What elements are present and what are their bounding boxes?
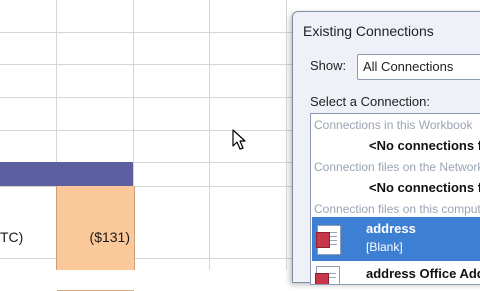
connection-item-address-office-list[interactable]: address Office Address List: [366, 266, 480, 281]
connection-item-address[interactable]: address [Blank]: [312, 217, 480, 261]
group-header-network: Connection files on the Network: [314, 160, 480, 174]
amount-cell[interactable]: ($131): [60, 229, 130, 245]
show-label: Show:: [310, 58, 347, 73]
connection-file-icon: [315, 266, 340, 284]
row-label-cell[interactable]: TC): [0, 229, 23, 245]
no-connections-workbook: <No connections found>: [369, 138, 480, 153]
group-header-workbook: Connections in this Workbook: [314, 118, 473, 132]
row-gridline: [0, 32, 300, 33]
row-gridline: [0, 130, 300, 131]
connection-list[interactable]: Connections in this Workbook <No connect…: [310, 113, 480, 285]
connection-name: address: [366, 221, 416, 236]
show-dropdown-value: All Connections: [363, 59, 454, 74]
row-gridline: [0, 97, 300, 98]
row-gridline: [0, 258, 300, 259]
row-gridline: [0, 186, 300, 187]
select-connection-label: Select a Connection:: [310, 94, 430, 109]
column-gridline: [209, 0, 210, 270]
dialog-title: Existing Connections: [303, 23, 434, 39]
group-header-computer: Connection files on this computer: [314, 202, 480, 216]
mouse-cursor-icon: [232, 129, 246, 150]
no-connections-network: <No connections found>: [369, 180, 480, 195]
highlighted-cell[interactable]: [56, 186, 135, 291]
column-gridline: [286, 0, 287, 270]
row-gridline: [0, 64, 300, 65]
existing-connections-dialog: Existing Connections Show: All Connectio…: [292, 11, 480, 285]
table-header-band[interactable]: [0, 162, 133, 186]
show-dropdown[interactable]: All Connections: [357, 54, 480, 80]
connection-description: [Blank]: [366, 240, 403, 254]
connection-file-icon: [316, 225, 341, 255]
